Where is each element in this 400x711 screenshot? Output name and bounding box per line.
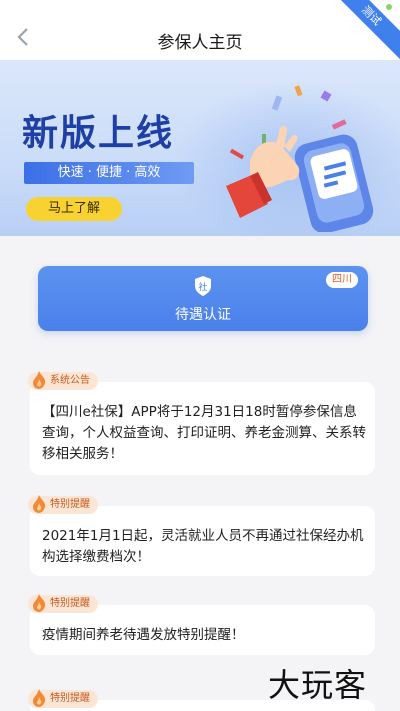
notice-card[interactable]: 系统公告 【四川e社保】APP将于12月31日18时暂停参保信息查询，个人权益查… <box>28 371 375 475</box>
promo-banner[interactable]: 新版上线 快速 · 便捷 · 高效 马上了解 <box>0 60 400 236</box>
phone-hand-illustration-icon <box>226 85 374 232</box>
flame-icon <box>33 495 46 513</box>
flame-icon <box>33 594 46 612</box>
notice-tag: 系统公告 <box>28 371 98 390</box>
status-dot <box>386 4 392 10</box>
notice-card[interactable]: 特别提醒 2021年1月1日起，灵活就业人员不再通过社保经办机构选择缴费档次！ <box>28 495 375 576</box>
service-label: 待遇认证 <box>175 307 231 323</box>
notice-tag: 特别提醒 <box>28 689 98 708</box>
notice-card[interactable]: 特别提醒 疫情期间养老待遇发放特别提醒！ <box>28 594 375 655</box>
test-ribbon: 测试 <box>340 0 400 60</box>
banner-tagline: 快速 · 便捷 · 高效 <box>24 162 194 184</box>
notice-body: 【四川e社保】APP将于12月31日18时暂停参保信息查询，个人权益查询、打印证… <box>42 404 366 462</box>
region-badge: 四川 <box>326 272 358 288</box>
notice-tag: 特别提醒 <box>28 495 98 514</box>
notice-tag: 特别提醒 <box>28 594 98 613</box>
notice-body: 2021年1月1日起，灵活就业人员不再通过社保经办机构选择缴费档次！ <box>42 528 364 565</box>
benefit-certification-card[interactable]: 社 待遇认证 四川 <box>38 266 368 331</box>
shield-icon: 社 <box>195 276 211 296</box>
flame-icon <box>33 689 46 707</box>
flame-icon <box>33 371 46 389</box>
svg-text:社: 社 <box>198 281 207 293</box>
app-header: 参保人主页 测试 <box>0 0 400 60</box>
notice-body: 疫情期间养老待遇发放特别提醒！ <box>42 627 245 643</box>
watermark: 大玩客 <box>268 666 368 704</box>
banner-title: 新版上线 <box>22 113 175 154</box>
learn-more-button[interactable]: 马上了解 <box>26 197 122 221</box>
